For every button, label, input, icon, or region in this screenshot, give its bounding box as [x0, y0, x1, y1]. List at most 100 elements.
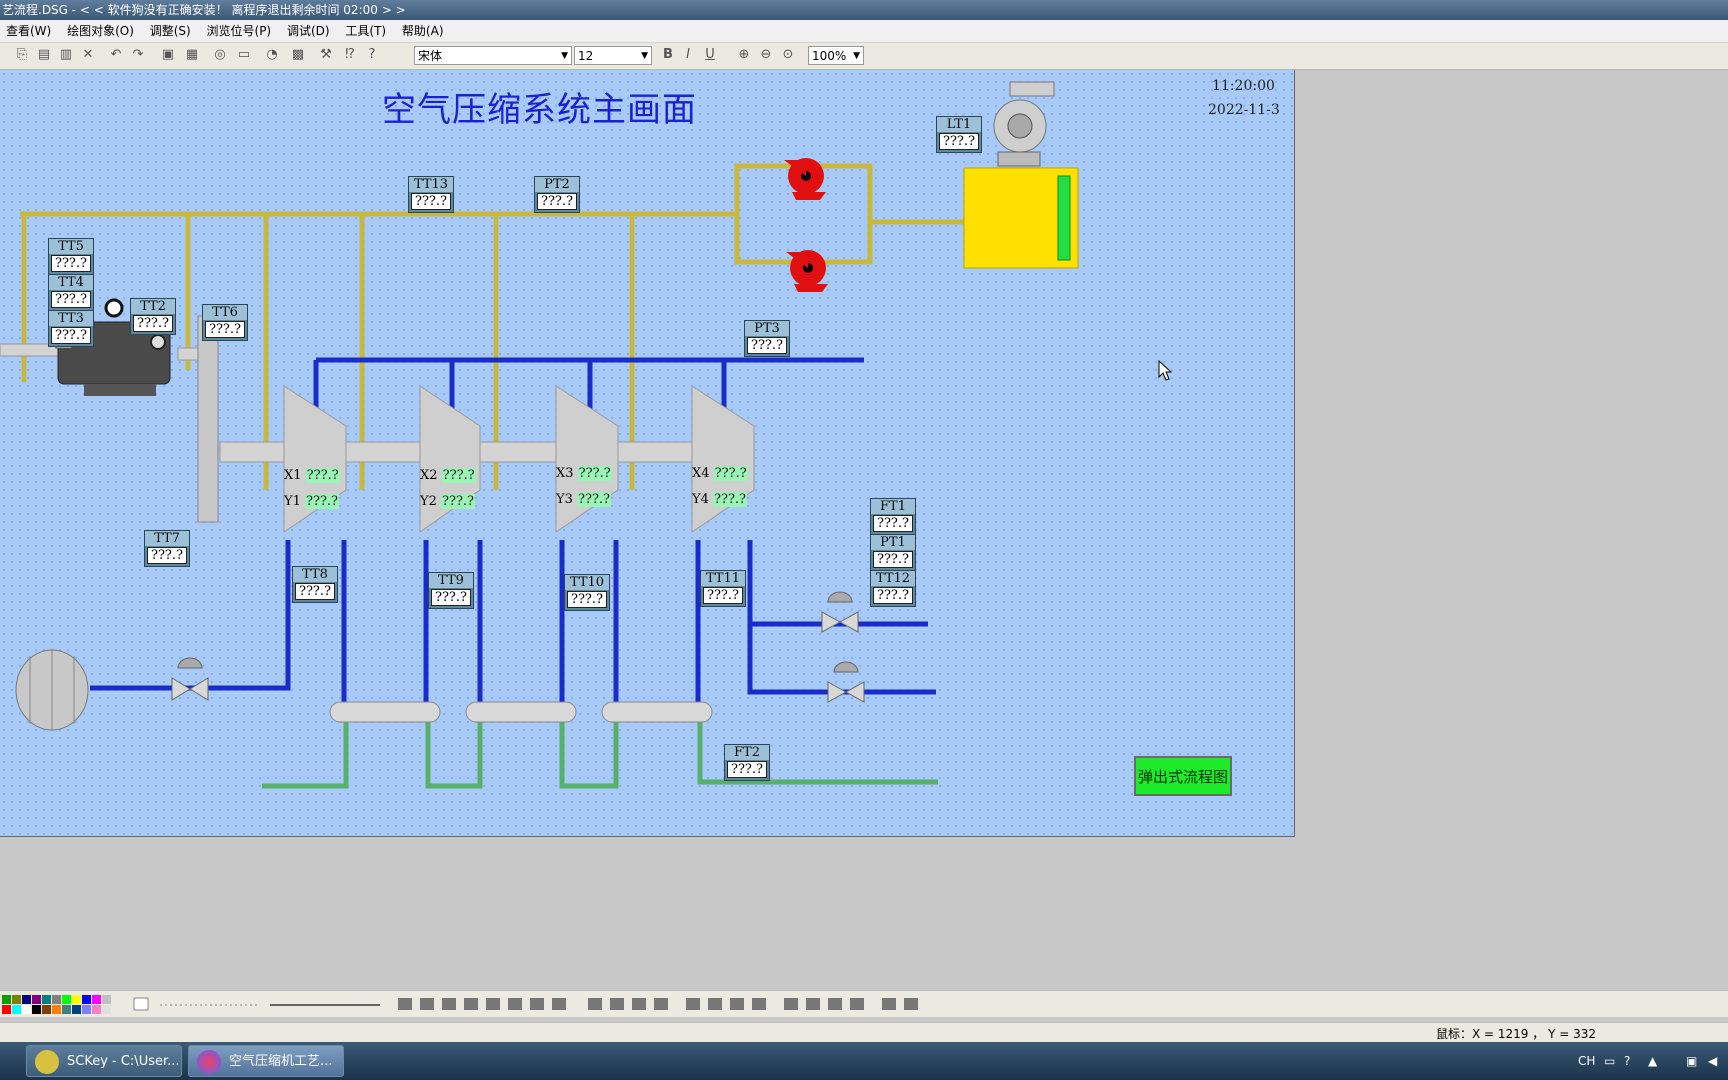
tag-pt1[interactable]: PT1???.? [870, 534, 916, 571]
tag-value: ???.? [51, 327, 91, 344]
menu-adjust[interactable]: 调整(S) [144, 20, 197, 42]
tag-tt2[interactable]: TT2???.? [130, 298, 176, 335]
italic-icon[interactable]: I [680, 47, 696, 63]
keyboard-icon[interactable]: ▭ [1604, 1054, 1615, 1068]
tag-value: ???.? [537, 193, 577, 210]
tag-label: TT6 [203, 305, 247, 320]
tag-tt9[interactable]: TT9???.? [428, 572, 474, 609]
tag-value: ???.? [51, 255, 91, 272]
help-icon[interactable]: ? [364, 47, 380, 63]
menu-view[interactable]: 查看(W) [0, 20, 57, 42]
air-filter-icon [15, 649, 89, 731]
chevron-down-icon: ▼ [853, 51, 860, 61]
tag-label: TT9 [429, 573, 473, 588]
task-air-compressor[interactable]: 空气压缩机工艺... [188, 1045, 344, 1077]
task-label: SCKey - C:\User... [67, 1054, 180, 1069]
bold-icon[interactable]: B [660, 47, 676, 63]
find-icon[interactable]: ◎ [212, 47, 228, 63]
tag-label: PT1 [871, 535, 915, 550]
pump-icon[interactable] [786, 250, 828, 292]
underline-icon[interactable]: U [702, 47, 718, 63]
tag-ft2[interactable]: FT2???.? [724, 744, 770, 781]
menu-bar: 查看(W) 绘图对象(O) 调整(S) 浏览位号(P) 调试(D) 工具(T) … [0, 20, 1728, 43]
screen-icon[interactable]: ▦ [184, 47, 200, 63]
tag-label: TT3 [49, 311, 93, 326]
whatis-icon[interactable]: ⁉ [342, 47, 358, 63]
blower-fan-icon [993, 81, 1055, 167]
tag-pt3[interactable]: PT3???.? [744, 320, 790, 357]
tag-value: ???.? [567, 591, 607, 608]
tag-label: TT2 [131, 299, 175, 314]
x-value: ???.? [577, 466, 612, 481]
zoom-fit-icon[interactable]: ⊙ [780, 47, 796, 63]
tag-value: ???.? [411, 193, 451, 210]
compressor-stage-4 [691, 385, 755, 533]
tag-label: PT2 [535, 177, 579, 192]
zoom-select[interactable]: 100% ▼ [808, 46, 864, 65]
tag-lt1[interactable]: LT1???.? [936, 116, 982, 153]
window-title: 艺流程.DSG - < < 软件狗没有正确安装！ 离程序退出剩余时间 02:00… [2, 3, 406, 17]
tag-ft1[interactable]: FT1???.? [870, 498, 916, 535]
coupling-flange [197, 315, 219, 523]
valve-icon[interactable] [827, 661, 865, 703]
compressor-4-x-readout: X4 ???.? [692, 466, 748, 481]
menu-tools[interactable]: 工具(T) [339, 20, 392, 42]
tag-value: ???.? [147, 547, 187, 564]
menu-debug[interactable]: 调试(D) [281, 20, 336, 42]
menu-browse-tags[interactable]: 浏览位号(P) [201, 20, 278, 42]
tag-pt2[interactable]: PT2???.? [534, 176, 580, 213]
tag-label: TT11 [701, 571, 745, 586]
network-icon[interactable]: ▣ [1686, 1054, 1697, 1068]
copy-icon[interactable]: ⎘ [14, 47, 30, 63]
grid-icon[interactable]: ▩ [290, 47, 306, 63]
tag-tt11[interactable]: TT11???.? [700, 570, 746, 607]
tag-tt3[interactable]: TT3???.? [48, 310, 94, 347]
tag-tt4[interactable]: TT4???.? [48, 274, 94, 311]
paste-special-icon[interactable]: ▥ [58, 47, 74, 63]
monitor-icon[interactable]: ▭ [236, 47, 252, 63]
lock-icon [35, 1050, 59, 1074]
x-label: X1 [284, 468, 302, 483]
menu-help[interactable]: 帮助(A) [396, 20, 450, 42]
delete-icon[interactable]: ✕ [80, 47, 96, 63]
redo-icon[interactable]: ↷ [130, 47, 146, 63]
compressor-3-y-readout: Y3 ???.? [556, 492, 612, 507]
tag-tt12[interactable]: TT12???.? [870, 570, 916, 607]
window-icon[interactable]: ▣ [160, 47, 176, 63]
input-language[interactable]: CH [1578, 1054, 1595, 1068]
valve-icon[interactable] [171, 657, 209, 701]
tag-label: TT10 [565, 575, 609, 590]
volume-icon[interactable]: ◀ [1708, 1054, 1717, 1068]
tag-tt7[interactable]: TT7???.? [144, 530, 190, 567]
blue-outlet-2 [747, 624, 936, 695]
tag-value: ???.? [873, 515, 913, 532]
popup-flow-chart-button[interactable]: 弹出式流程图 [1134, 756, 1232, 796]
font-size-select[interactable]: 12 ▼ [574, 46, 652, 65]
tag-tt13[interactable]: TT13???.? [408, 176, 454, 213]
paste-icon[interactable]: ▤ [36, 47, 52, 63]
font-select[interactable]: 宋体 ▼ [414, 46, 572, 65]
tag-value: ???.? [747, 337, 787, 354]
zoom-out-icon[interactable]: ⊖ [758, 47, 774, 63]
tool-icon[interactable]: ⚒ [318, 47, 334, 63]
chevron-up-icon[interactable]: ▲ [1648, 1054, 1657, 1068]
x-label: X2 [420, 468, 438, 483]
task-sckey[interactable]: SCKey - C:\User... [26, 1045, 182, 1077]
tank-level-indicator [1057, 175, 1071, 261]
compressor-stage-2 [419, 385, 481, 533]
color-palette[interactable] [0, 993, 920, 1015]
window-title-bar: 艺流程.DSG - < < 软件狗没有正确安装！ 离程序退出剩余时间 02:00… [0, 0, 1728, 20]
help-icon[interactable]: ? [1624, 1054, 1630, 1068]
menu-draw-objects[interactable]: 绘图对象(O) [61, 20, 140, 42]
x-value: ???.? [305, 468, 340, 483]
clock-icon[interactable]: ◔ [264, 47, 280, 63]
zoom-in-icon[interactable]: ⊕ [736, 47, 752, 63]
y-value: ???.? [577, 492, 612, 507]
tag-tt8[interactable]: TT8???.? [292, 566, 338, 603]
tag-tt6[interactable]: TT6???.? [202, 304, 248, 341]
tag-tt10[interactable]: TT10???.? [564, 574, 610, 611]
undo-icon[interactable]: ↶ [108, 47, 124, 63]
process-canvas[interactable]: 空气压缩系统主画面 11:20:00 2022-11-3 LT1 ???.? T… [0, 70, 1295, 837]
tag-value: ???.? [873, 551, 913, 568]
tag-tt5[interactable]: TT5???.? [48, 238, 94, 275]
